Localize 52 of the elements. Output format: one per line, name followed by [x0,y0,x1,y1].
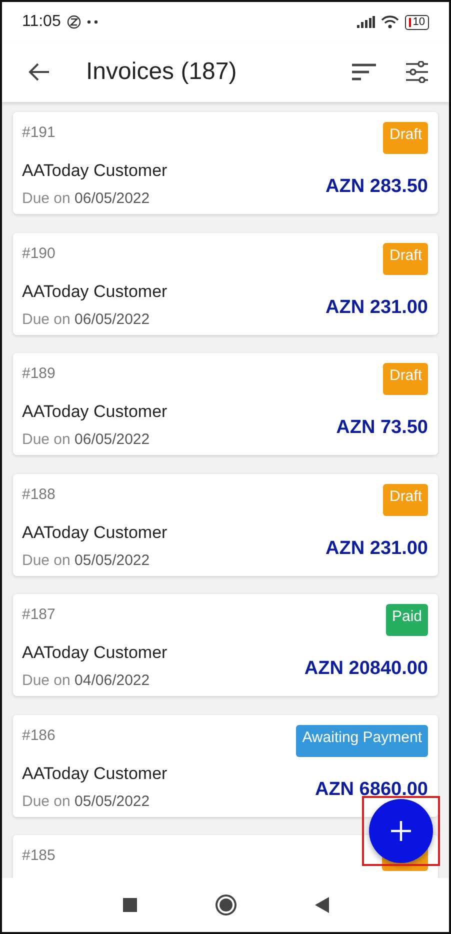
due-date: Due on 05/05/2022 [22,792,151,812]
due-date: Due on 06/05/2022 [22,189,151,209]
invoice-amount: AZN 283.50 [326,175,428,198]
clock: 11:05 [22,13,61,31]
customer-name: AAToday Customer [22,402,168,422]
invoice-number: #190 [22,244,56,264]
status-badge: Draft [383,122,428,154]
invoice-number: #188 [22,484,56,504]
customer-name: AAToday Customer [22,161,168,181]
invoice-card[interactable]: #185 [13,835,438,878]
sort-icon [351,63,377,81]
status-badge: Draft [383,363,428,395]
invoice-number: #191 [22,123,56,143]
status-badge: Awaiting Payment [296,724,428,756]
invoice-card[interactable]: #187 Paid AAToday Customer AZN 20840.00 Due on 04/06/2022 [13,594,438,696]
customer-name: AAToday Customer [22,522,168,542]
customer-name: AAToday Customer [22,282,168,302]
wifi-icon [380,15,399,29]
square-icon [122,898,136,912]
status-badge: Paid [386,604,428,636]
plus-icon [390,820,412,842]
status-badge: Draft [383,484,428,516]
back-arrow-icon [28,63,50,81]
invoice-card[interactable]: #191 Draft AAToday Customer AZN 283.50 Due on 06/05/2022 [13,112,438,214]
customer-name: AAToday Customer [22,764,168,784]
invoice-number: #187 [22,605,56,625]
invoice-amount: AZN 231.00 [326,536,428,560]
invoice-number: #185 [22,846,56,866]
invoice-amount: AZN 6860.00 [314,778,428,800]
invoice-card[interactable]: #188 Draft AAToday Customer AZN 231.00 Due on 05/05/2022 [13,474,438,576]
invoice-card[interactable]: #189 Draft AAToday Customer AZN 73.50 Due on 06/05/2022 [13,353,438,455]
status-icon [66,15,81,29]
invoice-card[interactable]: #190 Draft AAToday Customer AZN 231.00 Due on 06/05/2022 [13,232,438,334]
invoice-card[interactable]: #186 Awaiting Payment AAToday Customer AZN 6860.00 Due on 05/05/2022 [13,714,438,816]
filter-icon [405,61,429,83]
invoice-amount: AZN 20840.00 [304,657,428,680]
battery-icon: 10 [404,14,429,30]
invoice-number: #186 [22,726,56,746]
customer-name: AAToday Customer [22,643,168,663]
due-date: Due on 06/05/2022 [22,310,151,330]
invoice-amount: AZN 231.00 [326,296,428,318]
due-date: Due on 04/06/2022 [22,671,151,691]
invoice-amount: AZN 73.50 [336,416,428,439]
status-badge: Draft [383,242,428,274]
due-date: Due on 05/05/2022 [22,550,151,570]
page-title: Invoices (187) [86,58,238,86]
dots-icon [86,20,99,24]
invoice-number: #189 [22,364,56,384]
triangle-back-icon [314,897,328,913]
due-date: Due on 06/05/2022 [22,430,151,450]
home-circle-icon [214,894,236,916]
signal-icon [356,16,375,28]
